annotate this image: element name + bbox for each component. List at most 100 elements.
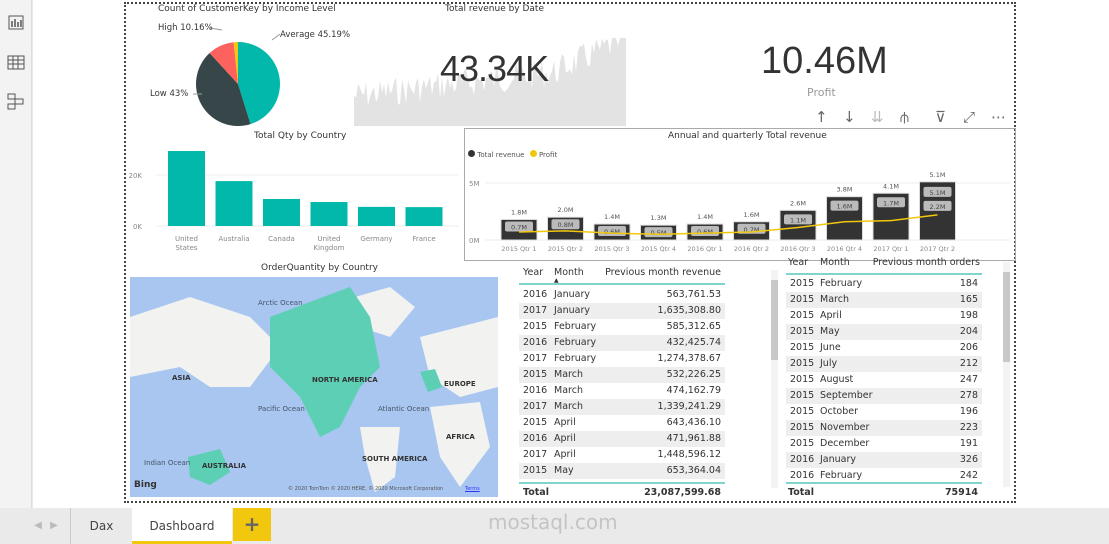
table-row[interactable]: 2015 October 196 — [786, 404, 982, 420]
table-row[interactable]: 2015 August 247 — [786, 372, 982, 388]
table-row[interactable]: 2015 May 653,364.04 — [519, 463, 725, 479]
table-row[interactable]: 2016 March 474,162.79 — [519, 383, 725, 399]
drill-down-icon[interactable]: ↓ — [843, 108, 856, 126]
y-tick-label: 0M — [469, 237, 480, 245]
map-labels: Arctic Ocean ASIA NORTH AMERICA EUROPE P… — [130, 277, 498, 497]
table-row[interactable]: 2016 January 326 — [786, 452, 982, 468]
tab-dashboard[interactable]: Dashboard — [132, 508, 232, 544]
cell-year: 2015 — [790, 358, 815, 369]
expand-all-icon[interactable]: ⇊ — [871, 108, 884, 126]
cell-month: February — [554, 321, 597, 332]
x-tick-label: 2015 Qtr 2 — [548, 245, 583, 253]
cell-year: 2016 — [523, 433, 548, 444]
legend-marker-revenue — [468, 150, 475, 157]
cell-year: 2015 — [790, 406, 815, 417]
cell-value: 653,364.04 — [666, 465, 721, 476]
cell-value: 191 — [959, 438, 978, 449]
more-options-icon[interactable]: ⋯ — [991, 108, 1006, 126]
x-tick-label: United — [318, 235, 341, 243]
qty-by-country-chart[interactable]: 0K20KUnitedStatesAustralia Canada UnitedKi… — [128, 140, 463, 260]
annual-quarterly-revenue-chart[interactable]: 0M 5M 1.8M 0.7M 2015 Qtr 1 2.0M 0.8M 2015 Qtr 2… — [465, 170, 1015, 260]
cell-year: 2015 — [790, 310, 815, 321]
pie-label-high: High 10.16% — [158, 23, 213, 33]
table-row[interactable]: 2015 June 206 — [786, 340, 982, 356]
x-tick-label: Kingdom — [314, 244, 345, 252]
table-row[interactable]: 2017 January 1,635,308.80 — [519, 303, 725, 319]
cell-year: 2015 — [790, 326, 815, 337]
expand-hierarchy-icon[interactable]: ⫛ — [900, 108, 909, 126]
table-row[interactable]: 2015 March 532,226.25 — [519, 367, 725, 383]
table-row[interactable]: 2016 April 471,961.88 — [519, 431, 725, 447]
column-header-revenue[interactable]: Previous month revenue — [605, 265, 721, 281]
table-row[interactable]: 2015 December 191 — [786, 436, 982, 452]
y-tick-label: 20K — [129, 172, 143, 180]
bar-data-label: 2.6M — [790, 199, 806, 207]
table-row[interactable]: 2015 April 198 — [786, 308, 982, 324]
revenue-table-scrollbar[interactable] — [771, 270, 778, 488]
table-row[interactable]: 2017 March 1,339,241.29 — [519, 399, 725, 415]
line-data-label: 1.1M — [790, 216, 806, 224]
y-tick-label: 0K — [133, 223, 142, 231]
table-row[interactable]: 2016 January 563,761.53 — [519, 287, 725, 303]
table-row[interactable]: 2015 April 643,436.10 — [519, 415, 725, 431]
column-header-month[interactable]: Month — [820, 255, 850, 271]
table-row[interactable]: 2017 April 1,448,596.12 — [519, 447, 725, 463]
data-view-icon[interactable] — [4, 50, 28, 74]
column-header-year[interactable]: Year — [523, 265, 543, 281]
table-row[interactable]: 2015 May 204 — [786, 324, 982, 340]
cell-month: January — [554, 305, 591, 316]
bar-data-label: 4.1M — [883, 182, 899, 190]
table-row[interactable]: 2016 February 432,425.74 — [519, 335, 725, 351]
table-row[interactable]: 2015 July 212 — [786, 356, 982, 372]
table-row[interactable]: 2015 February 585,312.65 — [519, 319, 725, 335]
cell-value: 165 — [959, 294, 978, 305]
filter-icon[interactable]: ⊽ — [935, 108, 946, 126]
focus-mode-icon[interactable]: ⤢ — [963, 108, 975, 126]
pie-label-average: Average 45.19% — [280, 30, 351, 40]
combo-legend: Total revenue Profit — [468, 150, 557, 159]
scroll-tabs-left-icon[interactable]: ◀ — [30, 508, 46, 544]
table-row[interactable]: 2015 February 184 — [786, 276, 982, 292]
model-view-icon[interactable] — [4, 89, 28, 113]
column-header-orders[interactable]: Previous month orders — [873, 255, 980, 271]
previous-month-revenue-table[interactable]: Year Month ▲ Previous month revenue 2016… — [519, 264, 725, 499]
tab-dax[interactable]: Dax — [70, 508, 132, 544]
scrollbar-thumb[interactable] — [771, 280, 778, 360]
cell-month: October — [820, 406, 859, 417]
scroll-tabs-right-icon[interactable]: ▶ — [46, 508, 62, 544]
scrollbar-thumb[interactable] — [1003, 272, 1010, 362]
table-header: Year Month Previous month orders — [786, 255, 982, 275]
column-header-year[interactable]: Year — [788, 255, 808, 271]
line-data-label: 2.2M — [930, 203, 946, 211]
orders-table-scrollbar[interactable] — [1003, 262, 1010, 487]
drill-up-icon[interactable]: ↑ — [815, 108, 828, 126]
combo-chart-title: Annual and quarterly Total revenue — [668, 131, 827, 141]
table-row[interactable]: 2015 September 278 — [786, 388, 982, 404]
table-row[interactable]: 2015 November 223 — [786, 420, 982, 436]
cell-month: March — [820, 294, 849, 305]
cell-year: 2015 — [523, 321, 548, 332]
map-terms-link[interactable]: Terms — [465, 486, 480, 492]
cell-value: 532,226.25 — [666, 369, 721, 380]
report-view-icon[interactable] — [4, 10, 28, 34]
bar — [168, 151, 205, 226]
cell-month: March — [554, 385, 583, 396]
y-tick-label: 5M — [469, 180, 480, 188]
map-label: Arctic Ocean — [258, 299, 303, 307]
bar-data-label: 5.1M — [930, 171, 946, 179]
cell-month: May — [820, 326, 840, 337]
pie-title: Count of CustomerKey by Income Level — [158, 4, 336, 14]
bar-data-label: 1.8M — [511, 208, 527, 216]
cell-year: 2016 — [523, 289, 548, 300]
table-row[interactable]: 2015 March 165 — [786, 292, 982, 308]
cell-value: 184 — [959, 278, 978, 289]
cell-month: June — [820, 342, 841, 353]
bing-logo: Bing — [134, 480, 157, 490]
cell-month: September — [820, 390, 873, 401]
table-row[interactable]: 2017 February 1,274,378.67 — [519, 351, 725, 367]
previous-month-orders-table[interactable]: Year Month Previous month orders 2015 Feb… — [786, 255, 982, 500]
add-page-button[interactable]: + — [233, 508, 271, 541]
pie-label-low: Low 43% — [150, 89, 189, 99]
bar-data-label: 2.0M — [558, 206, 574, 214]
cell-month: May — [554, 465, 574, 476]
